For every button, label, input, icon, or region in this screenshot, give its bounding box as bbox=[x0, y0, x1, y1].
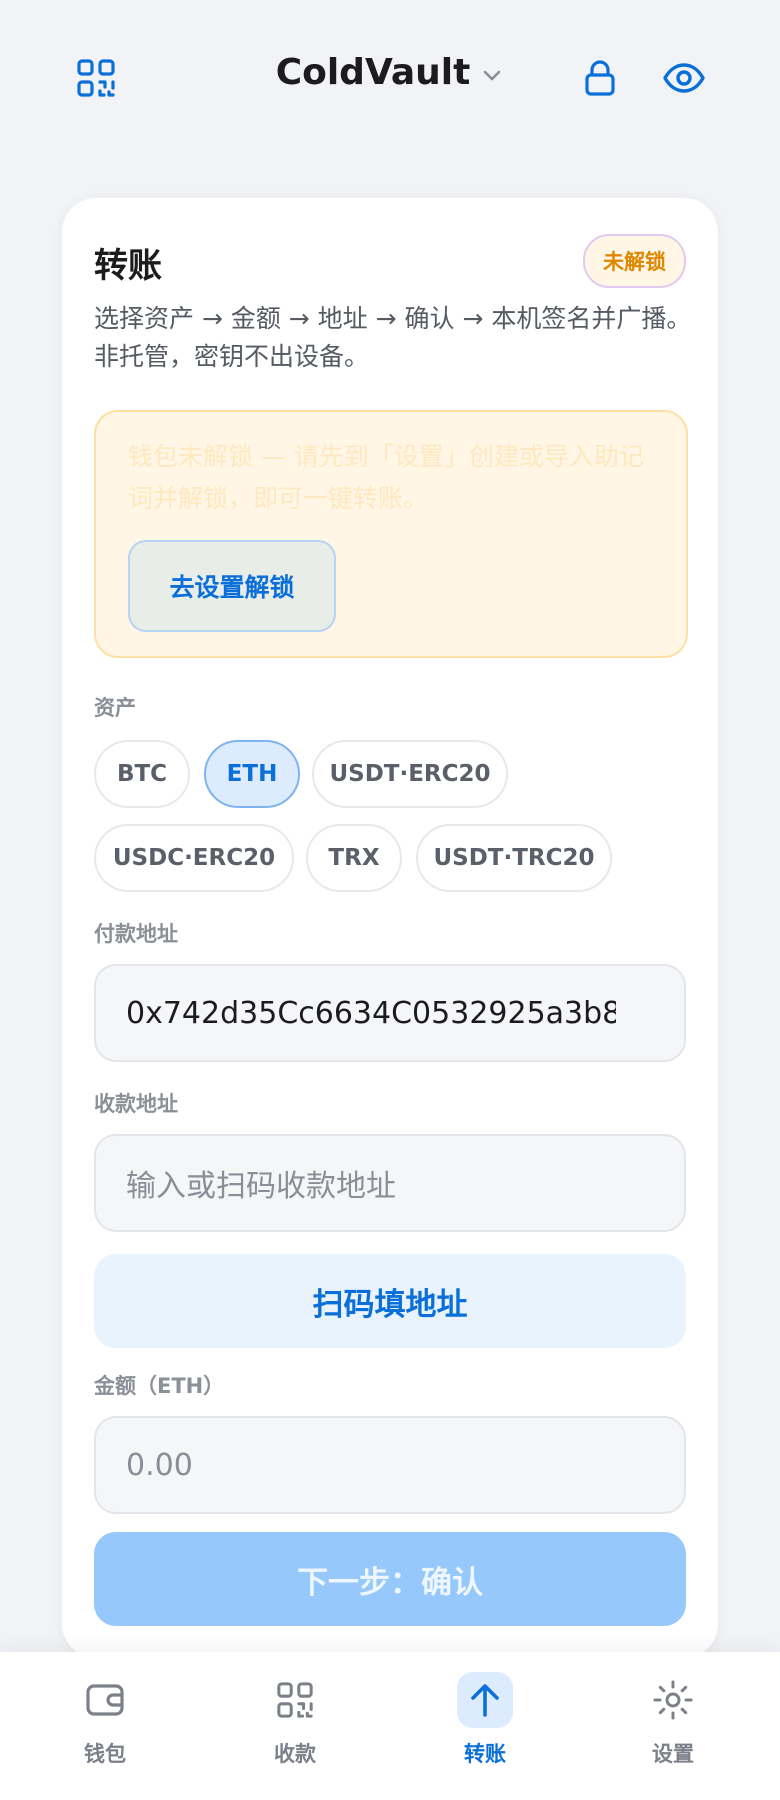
app-name: ColdVault bbox=[275, 52, 471, 93]
wallet-icon bbox=[77, 1672, 133, 1728]
arrow-up-icon bbox=[457, 1672, 513, 1728]
next-confirm-button[interactable]: 下一步：确认 bbox=[94, 1532, 686, 1626]
nav-wallet-label: 钱包 bbox=[84, 1742, 126, 1766]
from-address-value: 0x742d35Cc6634C0532925a3b844 bbox=[126, 995, 616, 1031]
bottom-nav: 钱包 收款 转账 设置 bbox=[0, 1652, 780, 1800]
asset-chip-trx[interactable]: TRX bbox=[306, 824, 402, 892]
locked-warning: 钱包未解锁 — 请先到「设置」创建或导入助记词并解锁，即可一键转账。 去设置解锁 bbox=[94, 410, 688, 658]
asset-chip-usdc-erc20[interactable]: USDC·ERC20 bbox=[94, 824, 294, 892]
top-bar: ColdVault bbox=[0, 0, 780, 160]
nav-wallet[interactable]: 钱包 bbox=[10, 1652, 200, 1800]
app-root: ColdVault 转账 未解锁 选择资产 → 金额 → 地址 → 确认 → 本… bbox=[0, 0, 780, 1800]
warning-text: 钱包未解锁 — 请先到「设置」创建或导入助记词并解锁，即可一键转账。 bbox=[128, 442, 644, 513]
eye-icon[interactable] bbox=[660, 54, 708, 102]
scan-address-button[interactable]: 扫码填地址 bbox=[94, 1254, 686, 1348]
from-address-label: 付款地址 bbox=[94, 922, 178, 946]
nav-receive-label: 收款 bbox=[274, 1742, 316, 1766]
to-address-label: 收款地址 bbox=[94, 1092, 178, 1116]
nav-transfer-label: 转账 bbox=[464, 1742, 506, 1766]
to-address-input[interactable]: 输入或扫码收款地址 bbox=[94, 1134, 686, 1232]
nav-settings[interactable]: 设置 bbox=[578, 1652, 768, 1800]
settings-icon bbox=[645, 1672, 701, 1728]
go-unlock-button[interactable]: 去设置解锁 bbox=[128, 540, 336, 632]
nav-receive[interactable]: 收款 bbox=[200, 1652, 390, 1800]
qr-code-icon bbox=[267, 1672, 323, 1728]
from-address-field[interactable]: 0x742d35Cc6634C0532925a3b844 bbox=[94, 964, 686, 1062]
asset-chip-btc[interactable]: BTC bbox=[94, 740, 190, 808]
asset-chip-usdt-trc20[interactable]: USDT·TRC20 bbox=[416, 824, 612, 892]
card-description: 选择资产 → 金额 → 地址 → 确认 → 本机签名并广播。非托管，密钥不出设备… bbox=[94, 304, 692, 371]
nav-settings-label: 设置 bbox=[652, 1742, 694, 1766]
transfer-card: 转账 未解锁 选择资产 → 金额 → 地址 → 确认 → 本机签名并广播。非托管… bbox=[62, 198, 718, 1658]
nav-transfer[interactable]: 转账 bbox=[390, 1652, 580, 1800]
asset-chip-usdt-erc20[interactable]: USDT·ERC20 bbox=[312, 740, 508, 808]
amount-input[interactable]: 0.00 bbox=[94, 1416, 686, 1514]
lock-status-badge: 未解锁 bbox=[583, 234, 686, 288]
lock-icon[interactable] bbox=[576, 54, 624, 102]
card-title: 转账 bbox=[94, 246, 162, 286]
chevron-down-icon bbox=[484, 70, 501, 80]
to-address-placeholder: 输入或扫码收款地址 bbox=[126, 1169, 396, 1204]
amount-label: 金额（ETH） bbox=[94, 1374, 225, 1398]
asset-label: 资产 bbox=[94, 696, 136, 720]
amount-placeholder: 0.00 bbox=[126, 1447, 193, 1483]
asset-chip-eth[interactable]: ETH bbox=[204, 740, 300, 808]
